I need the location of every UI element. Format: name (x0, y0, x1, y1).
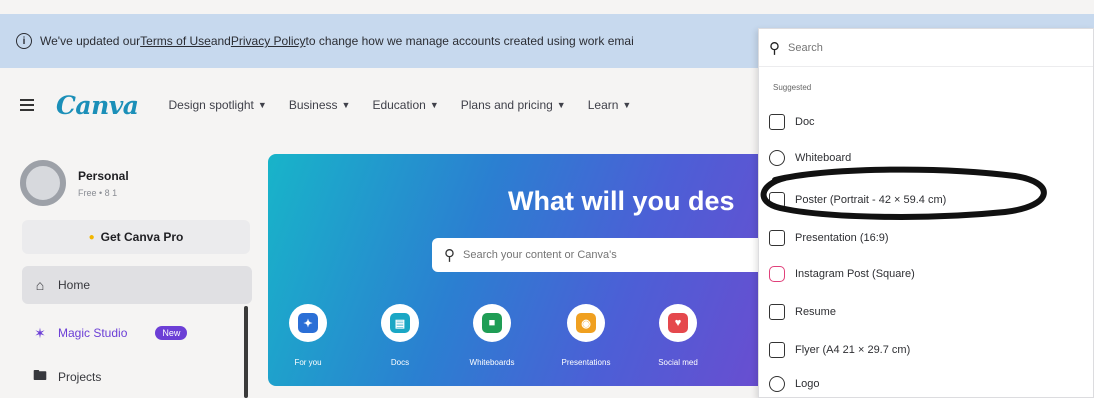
suggested-heading: Suggested (773, 83, 812, 92)
nav-design-spotlight[interactable]: Design spotlight ▼ (169, 98, 267, 112)
sidebar-item-home[interactable]: ⌂ Home (22, 266, 252, 304)
suggestion-flyer[interactable]: Flyer (A4 21 × 29.7 cm) (769, 335, 910, 365)
suggestion-whiteboard[interactable]: Whiteboard (769, 143, 851, 173)
folder-icon: 🖿 (33, 367, 47, 383)
instagram-icon (769, 266, 785, 282)
doc-icon (769, 114, 785, 130)
presentation-icon (769, 230, 785, 246)
heart-icon: ♥ (668, 313, 688, 333)
suggestion-label: Presentation (16:9) (795, 232, 889, 244)
shortcut-circle: ◉ (567, 304, 605, 342)
shortcut-circle: ■ (473, 304, 511, 342)
shortcut-whiteboards[interactable]: ■ Whiteboards (462, 304, 522, 367)
shortcut-circle: ♥ (659, 304, 697, 342)
banner-suffix: to change how we manage accounts created… (305, 34, 634, 48)
suggestion-resume[interactable]: Resume (769, 297, 836, 327)
banner-prefix: We've updated our (40, 34, 141, 48)
poster-icon (769, 192, 785, 208)
shortcut-label: Docs (390, 358, 410, 367)
nav-label: Education (372, 98, 426, 112)
nav-label: Learn (587, 98, 619, 112)
chevron-down-icon: ▼ (622, 100, 632, 110)
hero-banner: What will you des ⚲ ✦ For you ▤ Docs ■ W… (268, 154, 768, 386)
shortcut-circle: ✦ (289, 304, 327, 342)
info-icon: i (16, 33, 32, 49)
suggestion-label: Logo (795, 378, 820, 390)
new-badge: New (155, 326, 188, 340)
nav-label: Business (288, 98, 338, 112)
canva-home-page: i We've updated our Terms of Use and Pri… (0, 0, 1094, 398)
hero-title: What will you des (508, 186, 735, 216)
suggestion-presentation[interactable]: Presentation (16:9) (769, 223, 889, 253)
profile-subtitle: Free • 8 1 (78, 187, 118, 198)
nav-business[interactable]: Business ▼ (289, 98, 351, 112)
sidebar-scrollbar[interactable] (244, 306, 248, 398)
suggestion-doc[interactable]: Doc (769, 107, 815, 137)
sparkle-icon: ✶ (34, 324, 46, 341)
shortcut-circle: ▤ (381, 304, 419, 342)
chevron-down-icon: ▼ (341, 100, 351, 110)
nav-label: Design spotlight (168, 98, 254, 112)
presentation-icon: ◉ (576, 313, 596, 333)
avatar (20, 160, 66, 206)
sidebar-item-label: Magic Studio (58, 326, 128, 340)
suggestion-label: Flyer (A4 21 × 29.7 cm) (795, 344, 911, 356)
shortcut-docs[interactable]: ▤ Docs (370, 304, 430, 367)
sidebar-item-magic-studio[interactable]: ✶ Magic Studio New (22, 314, 252, 352)
shortcut-label: Whiteboards (469, 358, 515, 367)
search-icon: ⚲ (769, 39, 780, 57)
doc-icon: ▤ (390, 313, 410, 333)
crown-icon: ● (88, 231, 95, 243)
suggestion-logo[interactable]: Logo (769, 369, 819, 398)
nav-label: Plans and pricing (460, 98, 553, 112)
sidebar-item-label: Projects (58, 370, 102, 384)
nav-learn[interactable]: Learn ▼ (588, 98, 632, 112)
shortcut-for-you[interactable]: ✦ For you (278, 304, 338, 367)
shortcut-label: Presentations (561, 358, 611, 367)
get-pro-label: Get Canva Pro (100, 230, 184, 244)
privacy-policy-link[interactable]: Privacy Policy (231, 34, 306, 48)
nav-education[interactable]: Education ▼ (372, 98, 438, 112)
whiteboard-icon: ■ (482, 313, 502, 333)
whiteboard-icon (769, 150, 785, 166)
hero-search-input[interactable] (463, 249, 723, 261)
suggestion-label: Poster (Portrait - 42 × 59.4 cm) (795, 194, 947, 206)
sparkle-icon: ✦ (298, 313, 318, 333)
create-design-dropdown: ⚲ Suggested Doc Whiteboard Poster (Portr… (758, 28, 1094, 398)
hero-search-box[interactable]: ⚲ (432, 238, 768, 272)
suggestion-instagram-post[interactable]: Instagram Post (Square) (769, 259, 915, 289)
get-canva-pro-button[interactable]: ● Get Canva Pro (22, 220, 250, 254)
top-nav: Canva Design spotlight ▼ Business ▼ Educat… (0, 78, 770, 132)
resume-icon (769, 304, 785, 320)
suggestion-label: Doc (795, 116, 815, 128)
suggestion-label: Resume (795, 306, 836, 318)
suggestion-poster[interactable]: Poster (Portrait - 42 × 59.4 cm) (769, 185, 946, 215)
dropdown-search-box[interactable]: ⚲ (759, 29, 1093, 67)
shortcut-presentations[interactable]: ◉ Presentations (556, 304, 616, 367)
nav-plans-and-pricing[interactable]: Plans and pricing ▼ (461, 98, 566, 112)
flyer-icon (769, 342, 785, 358)
chevron-down-icon: ▼ (257, 100, 267, 110)
search-icon: ⚲ (444, 247, 455, 264)
sidebar-item-label: Home (58, 278, 91, 292)
dropdown-search-input[interactable] (788, 41, 1048, 54)
terms-of-use-link[interactable]: Terms of Use (140, 34, 211, 48)
chevron-down-icon: ▼ (556, 100, 566, 110)
profile-switcher[interactable]: Personal Free • 8 1 (20, 160, 129, 206)
shortcut-label: Social med (658, 358, 698, 367)
shortcut-label: For you (294, 358, 322, 367)
menu-icon[interactable] (20, 99, 34, 111)
suggestion-label: Whiteboard (795, 152, 852, 164)
home-icon: ⌂ (35, 277, 45, 293)
chevron-down-icon: ▼ (429, 100, 439, 110)
banner-and: and (210, 34, 231, 48)
sidebar: Personal Free • 8 1 ● Get Canva Pro ⌂ Ho… (0, 138, 262, 398)
logo-icon (769, 376, 785, 392)
shortcut-social-media[interactable]: ♥ Social med (648, 304, 708, 367)
profile-name: Personal (78, 168, 129, 183)
canva-logo[interactable]: Canva (56, 91, 139, 120)
suggestion-label: Instagram Post (Square) (795, 268, 915, 280)
sidebar-item-projects[interactable]: 🖿 Projects (22, 358, 252, 396)
